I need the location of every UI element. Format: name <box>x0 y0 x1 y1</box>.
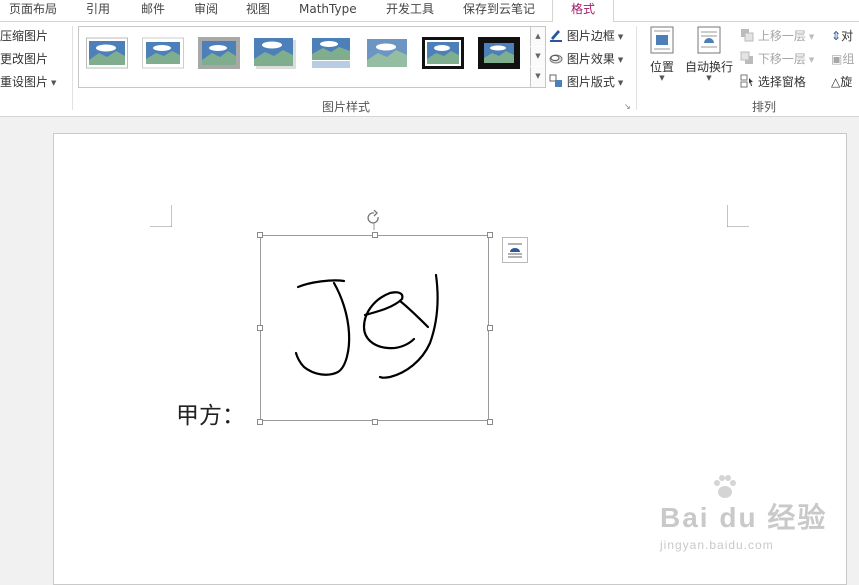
group-objects-button[interactable]: ▣组 <box>831 50 854 68</box>
gallery-more-button[interactable]: ▼ <box>530 67 545 87</box>
chevron-down-icon: ▼ <box>659 74 665 82</box>
group-objects-icon: ▣ <box>831 52 843 66</box>
chevron-down-icon: ▼ <box>51 79 57 87</box>
signature-image[interactable] <box>260 235 489 421</box>
tab-mathtype[interactable]: MathType <box>299 0 357 21</box>
bring-forward-icon <box>741 29 754 42</box>
position-button[interactable]: 位置 ▼ <box>648 26 676 82</box>
picture-layout-icon <box>549 74 562 87</box>
align-icon: ⇕ <box>831 29 842 43</box>
resize-handle-sw[interactable] <box>257 419 263 425</box>
watermark-url: jingyan.baidu.com <box>660 538 774 552</box>
tab-developer[interactable]: 开发工具 <box>386 0 434 21</box>
picture-layout-label: 图片版式 <box>566 75 615 89</box>
resize-handle-s[interactable] <box>372 419 378 425</box>
send-backward-button[interactable]: 下移一层 ▼ <box>740 50 814 68</box>
style-soft-edge-icon[interactable] <box>366 36 408 70</box>
reset-picture-button[interactable]: 重设图片 ▼ <box>0 73 56 91</box>
selection-pane-button[interactable]: 选择窗格 <box>740 73 806 91</box>
resize-handle-se[interactable] <box>487 419 493 425</box>
tab-save-to-cloud-note[interactable]: 保存到云笔记 <box>463 0 535 21</box>
effects-icon <box>549 54 563 64</box>
reset-picture-label: 重设图片 <box>0 75 49 89</box>
position-icon <box>650 26 674 54</box>
tab-review[interactable]: 审阅 <box>194 0 218 21</box>
resize-handle-ne[interactable] <box>487 232 493 238</box>
ribbon: 压缩图片 更改图片 重设图片 ▼ ▲ ▼ ▼ 图片边框 ▼ 图片效果 ▼ 图片版… <box>0 22 859 117</box>
send-backward-icon <box>740 51 753 64</box>
style-drop-shadow-icon[interactable] <box>254 36 296 70</box>
arrange-group-label: 排列 <box>752 100 777 114</box>
signature-drawing <box>294 273 439 379</box>
align-label: 对 <box>841 29 854 43</box>
layout-options-icon <box>508 243 522 258</box>
resize-handle-n[interactable] <box>372 232 378 238</box>
selection-pane-label: 选择窗格 <box>757 75 806 89</box>
wrap-text-button[interactable]: 自动换行 ▼ <box>684 26 734 82</box>
chevron-down-icon: ▼ <box>808 33 815 41</box>
picture-effects-label: 图片效果 <box>566 52 615 66</box>
margin-corner-mark <box>727 205 749 227</box>
rotate-button[interactable]: △旋 <box>831 73 852 91</box>
picture-layout-button[interactable]: 图片版式 ▼ <box>549 73 623 91</box>
picture-border-button[interactable]: 图片边框 ▼ <box>549 27 623 45</box>
gallery-scroll-down[interactable]: ▼ <box>530 47 545 66</box>
selection-pane-icon <box>740 74 753 88</box>
position-label: 位置 <box>649 60 674 74</box>
picture-effects-button[interactable]: 图片效果 ▼ <box>549 50 623 68</box>
group-divider <box>72 26 73 110</box>
tab-page-layout[interactable]: 页面布局 <box>9 0 57 21</box>
compress-pictures-button[interactable]: 压缩图片 <box>0 27 48 45</box>
picture-styles-group-label: 图片样式 <box>322 100 371 114</box>
party-a-label[interactable]: 甲方： <box>176 396 245 430</box>
baidu-watermark: Bai du 经验 jingyan.baidu.com <box>660 470 827 552</box>
bring-forward-label: 上移一层 <box>757 29 806 43</box>
style-metal-frame-icon[interactable] <box>198 36 240 70</box>
dialog-launcher-icon[interactable]: ↘ <box>624 102 631 111</box>
ribbon-tab-bar: 页面布局 引用 邮件 审阅 视图 MathType 开发工具 保存到云笔记 格式 <box>0 0 859 23</box>
resize-handle-nw[interactable] <box>257 232 263 238</box>
wrap-text-label: 自动换行 <box>684 60 733 74</box>
resize-handle-e[interactable] <box>487 325 493 331</box>
chevron-down-icon: ▼ <box>706 74 712 82</box>
chevron-down-icon: ▼ <box>617 33 624 41</box>
change-picture-button[interactable]: 更改图片 <box>0 50 48 68</box>
style-thick-black-frame-icon[interactable] <box>478 36 520 70</box>
gallery-scroll-up[interactable]: ▲ <box>530 27 545 46</box>
rotate-icon: △ <box>831 75 841 89</box>
change-picture-label: 更改图片 <box>0 52 49 66</box>
rotate-handle-icon[interactable] <box>366 210 382 230</box>
chevron-down-icon: ▼ <box>617 79 624 87</box>
style-double-frame-black-icon[interactable] <box>422 36 464 70</box>
resize-handle-w[interactable] <box>257 325 263 331</box>
style-white-soft-icon[interactable] <box>142 36 184 70</box>
margin-corner-mark <box>150 205 172 227</box>
chevron-down-icon: ▼ <box>808 56 815 64</box>
group-objects-label: 组 <box>842 52 855 66</box>
tab-mailings[interactable]: 邮件 <box>141 0 165 21</box>
pen-border-icon <box>550 30 562 42</box>
style-simple-frame-icon[interactable] <box>86 36 128 70</box>
wrap-text-icon <box>697 26 721 54</box>
picture-border-label: 图片边框 <box>566 29 615 43</box>
chevron-down-icon: ▼ <box>617 56 624 64</box>
compress-pictures-label: 压缩图片 <box>0 29 49 43</box>
style-reflected-icon[interactable] <box>310 36 352 70</box>
bring-forward-button[interactable]: 上移一层 ▼ <box>740 27 814 45</box>
rotate-label: 旋 <box>840 75 853 89</box>
picture-styles-gallery: ▲ ▼ ▼ <box>78 26 546 88</box>
send-backward-label: 下移一层 <box>757 52 806 66</box>
group-divider <box>636 26 637 110</box>
tab-references[interactable]: 引用 <box>86 0 110 21</box>
paw-logo-icon <box>714 475 736 498</box>
tab-format[interactable]: 格式 <box>552 0 614 23</box>
align-button[interactable]: ⇕对 <box>831 27 853 45</box>
watermark-brand: Bai du 经验 <box>660 502 828 533</box>
tab-view[interactable]: 视图 <box>246 0 270 21</box>
layout-options-button[interactable] <box>502 237 528 263</box>
